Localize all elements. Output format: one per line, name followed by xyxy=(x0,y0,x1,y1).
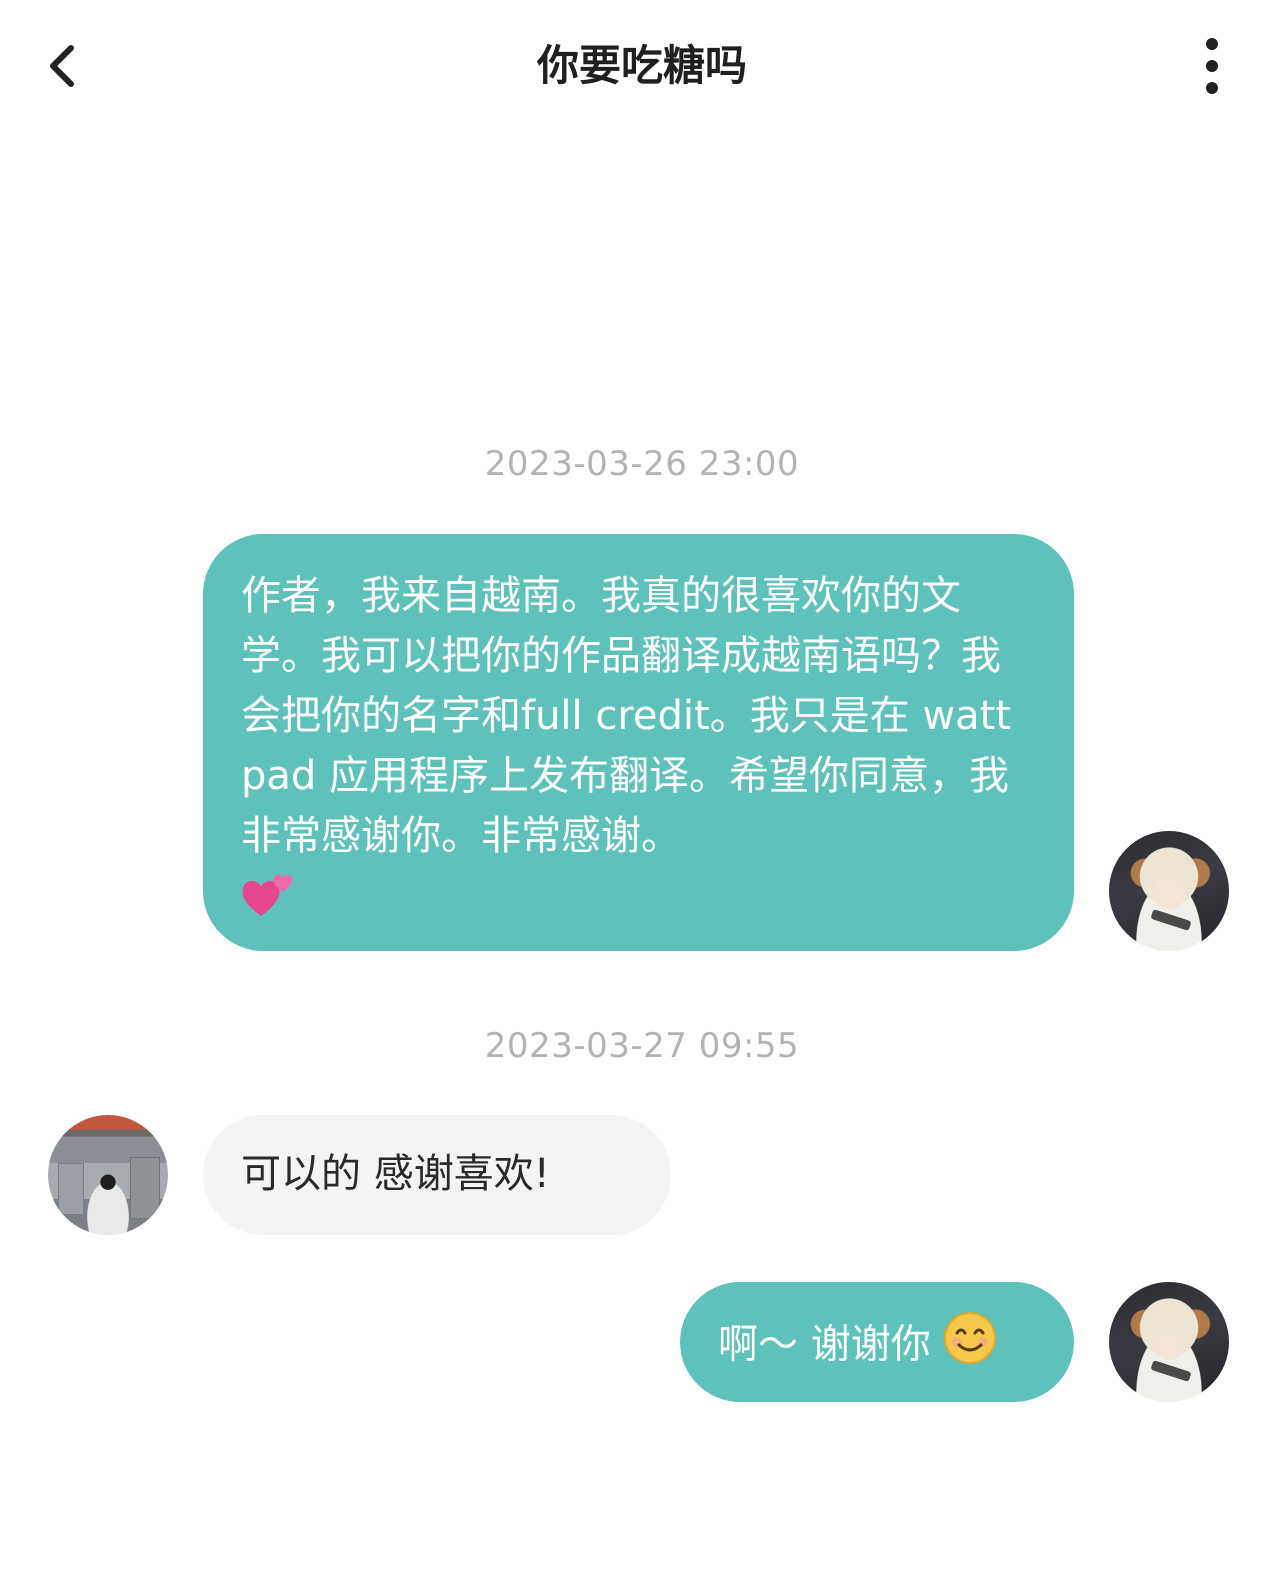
self-avatar[interactable] xyxy=(1109,1282,1229,1402)
incoming-message-bubble[interactable]: 可以的 感谢喜欢! xyxy=(203,1115,671,1235)
contact-avatar[interactable] xyxy=(48,1115,168,1235)
message-text: 可以的 感谢喜欢! xyxy=(241,1151,550,1197)
self-avatar[interactable] xyxy=(1109,831,1229,951)
two-hearts-icon xyxy=(241,866,297,937)
message-text: 啊～ 谢谢你 xyxy=(718,1321,931,1368)
message-text: 作者，我来自越南。我真的很喜欢你的文学。我可以把你的作品翻译成越南语吗？我会把你… xyxy=(241,573,1012,859)
smiling-face-icon xyxy=(943,1311,997,1382)
outgoing-message-bubble[interactable]: 作者，我来自越南。我真的很喜欢你的文学。我可以把你的作品翻译成越南语吗？我会把你… xyxy=(203,534,1074,951)
outgoing-message-bubble[interactable]: 啊～ 谢谢你 xyxy=(680,1282,1074,1402)
message-timestamp: 2023-03-26 23:00 xyxy=(484,444,800,484)
chat-header: 你要吃糖吗 xyxy=(0,0,1284,134)
message-timestamp: 2023-03-27 09:55 xyxy=(484,1026,800,1066)
page-title: 你要吃糖吗 xyxy=(536,41,747,90)
more-vertical-icon xyxy=(1206,38,1218,94)
more-options-button[interactable] xyxy=(1180,30,1244,102)
